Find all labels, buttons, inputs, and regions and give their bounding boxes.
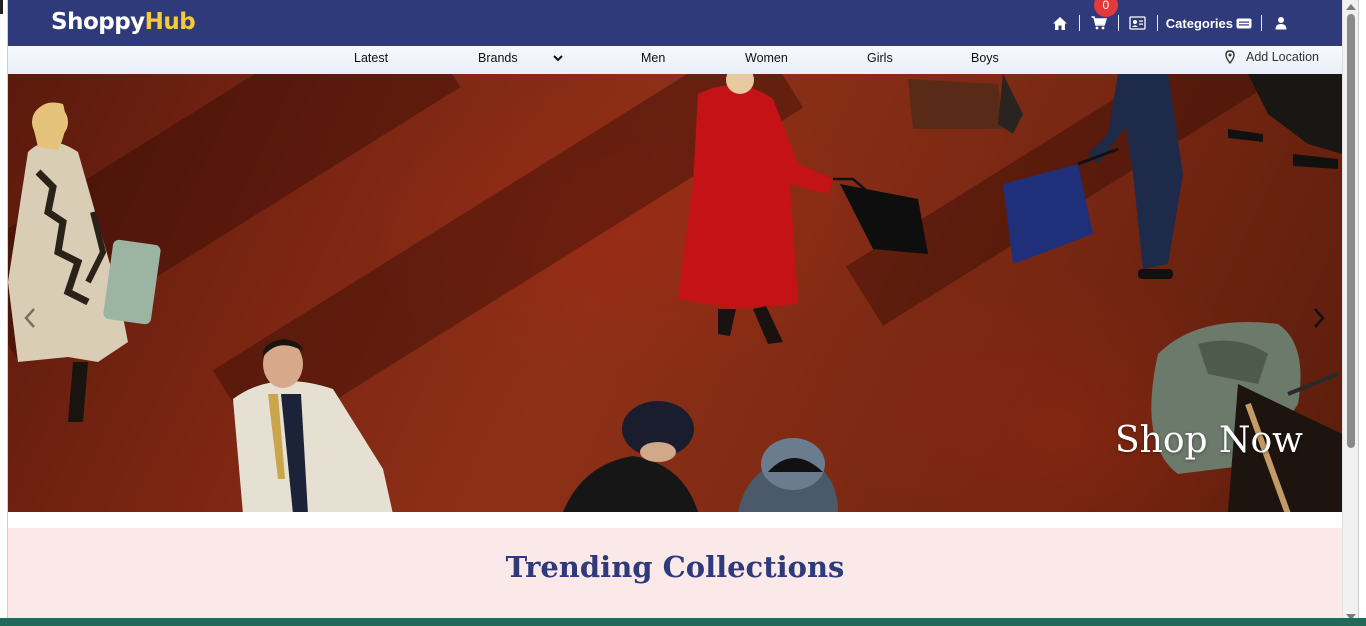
brand-name-part2: Hub [144, 9, 196, 35]
nav-latest[interactable]: Latest [354, 51, 388, 65]
chevron-right-icon [1314, 308, 1325, 328]
menu-card-icon[interactable] [1235, 12, 1253, 34]
hero-figure-people-hats [563, 401, 838, 512]
hero-figure-luggage-cart [1151, 322, 1342, 512]
desktop-taskbar-strip [0, 618, 1366, 626]
cart-icon [1091, 16, 1107, 30]
user-icon[interactable] [1270, 12, 1292, 34]
chevron-down-icon [552, 54, 563, 61]
header-separator [1156, 15, 1158, 31]
trending-section: Trending Collections [8, 528, 1342, 626]
top-header: ShoppyHub 0 Categories [8, 0, 1342, 46]
vertical-scrollbar[interactable] [1342, 0, 1359, 626]
home-icon[interactable] [1049, 12, 1071, 34]
carousel-next-button[interactable] [1312, 307, 1326, 334]
window-right-edge [1358, 0, 1366, 626]
header-separator [1078, 15, 1080, 31]
category-nav: Latest Brands Men Women Girls Boys Add L… [8, 46, 1342, 74]
scroll-up-arrow-icon[interactable] [1346, 4, 1356, 10]
add-location-label: Add Location [1246, 50, 1319, 64]
trending-title: Trending Collections [505, 550, 845, 584]
header-separator [1117, 15, 1119, 31]
nav-brands-dropdown[interactable]: Brands [478, 51, 563, 65]
edge-marker [0, 0, 3, 14]
scroll-thumb[interactable] [1347, 14, 1355, 448]
brand-name-part1: Shoppy [51, 9, 145, 35]
hero-figure-top-bag [908, 74, 1023, 134]
browser-viewport: ShoppyHub 0 Categories Latest Brands Men… [8, 0, 1342, 626]
brand-logo[interactable]: ShoppyHub [51, 9, 196, 35]
shop-now-link[interactable]: Shop Now [1115, 420, 1303, 461]
cart-count-badge: 0 [1093, 0, 1118, 17]
location-pin-icon [1225, 50, 1235, 64]
window-left-edge [0, 0, 8, 626]
hero-figure-top-right [1228, 74, 1342, 169]
header-separator [1261, 15, 1262, 31]
nav-men[interactable]: Men [641, 51, 665, 65]
carousel-prev-button[interactable] [23, 307, 37, 334]
id-card-icon[interactable] [1127, 12, 1149, 34]
hero-figure-man-jacket [233, 339, 393, 512]
categories-label[interactable]: Categories [1166, 16, 1233, 31]
hero-figure-woman-fur-coat [8, 102, 161, 422]
nav-girls[interactable]: Girls [867, 51, 893, 65]
cart-button[interactable]: 0 [1088, 0, 1118, 34]
add-location-button[interactable]: Add Location [1225, 50, 1319, 64]
nav-boys[interactable]: Boys [971, 51, 999, 65]
nav-women[interactable]: Women [745, 51, 788, 65]
header-actions: 0 Categories [1049, 0, 1292, 46]
chevron-left-icon [24, 308, 35, 328]
nav-brands-label: Brands [478, 51, 518, 65]
hero-carousel[interactable]: Shop Now [8, 74, 1342, 512]
